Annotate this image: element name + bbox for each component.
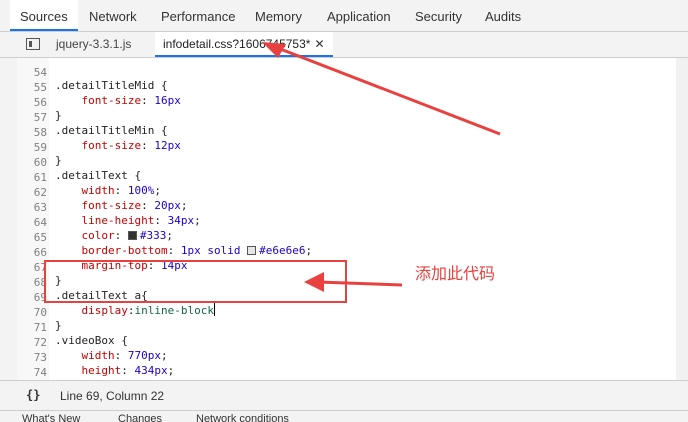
code-line: 71 .videoBox { [33, 321, 128, 347]
file-tab-infodetail[interactable]: infodetail.css?1606745753* ✕ [155, 32, 333, 57]
drawer-tab-whats-new[interactable]: What's New [22, 413, 80, 422]
close-icon[interactable]: ✕ [314, 37, 324, 51]
tab-memory[interactable]: Memory [255, 0, 302, 31]
editor-statusbar: {} Line 69, Column 22 [0, 380, 688, 410]
drawer-tab-network-conditions[interactable]: Network conditions [196, 413, 289, 422]
code-line: 65 border-bottom: 1px solid #e6e6e6; [33, 231, 313, 257]
code-line: 54 .detailTitleMid { [33, 66, 168, 92]
file-tab-label: infodetail.css?1606745753* [163, 37, 311, 51]
code-line: 57 .detailTitleMin { [33, 111, 168, 137]
toggle-navigator-icon[interactable] [26, 38, 40, 50]
tab-audits[interactable]: Audits [485, 0, 521, 31]
highlight-box [44, 260, 347, 303]
code-line: 58 font-size: 12px [33, 126, 181, 152]
annotation-text: 添加此代码 [415, 264, 496, 283]
code-line: 64 color: #333; [33, 216, 173, 242]
code-line: 75 background: #000 [17, 367, 676, 380]
code-line: 55 font-size: 16px [33, 81, 181, 107]
code-line: 74 margin-bottom: 20px; [33, 366, 214, 380]
code-line: 72 width: 770px; [33, 336, 168, 362]
tab-performance[interactable]: Performance [161, 0, 235, 31]
code-line: 56 } [33, 96, 62, 122]
devtools-tabbar: Sources Network Performance Memory Appli… [0, 0, 688, 32]
code-line: 59 } [33, 141, 62, 167]
code-line: 62 font-size: 20px; [33, 186, 188, 212]
tab-sources[interactable]: Sources [10, 0, 78, 31]
file-tabbar: jquery-3.3.1.js infodetail.css?160674575… [0, 32, 688, 58]
editor-scrollbar[interactable] [676, 58, 688, 380]
editor-left-strip [0, 58, 18, 380]
tab-application[interactable]: Application [327, 0, 391, 31]
pretty-print-icon[interactable]: {} [26, 388, 40, 402]
tab-network[interactable]: Network [89, 0, 137, 31]
code-line: 73 height: 434px; [33, 351, 175, 377]
code-line: 63 line-height: 34px; [33, 201, 201, 227]
cursor-position: Line 69, Column 22 [60, 389, 165, 403]
drawer-tab-changes[interactable]: Changes [118, 413, 162, 422]
drawer-tabbar: What's New Changes Network conditions [0, 410, 688, 422]
code-line: 60 .detailText { [33, 156, 142, 182]
file-tab-jquery[interactable]: jquery-3.3.1.js [56, 32, 131, 57]
code-line: 66 margin-top: 14px [33, 246, 188, 272]
code-line: 61 width: 100%; [33, 171, 161, 197]
tab-security[interactable]: Security [415, 0, 462, 31]
code-editor[interactable]: 54 .detailTitleMid { 55 font-size: 16px … [0, 58, 688, 380]
